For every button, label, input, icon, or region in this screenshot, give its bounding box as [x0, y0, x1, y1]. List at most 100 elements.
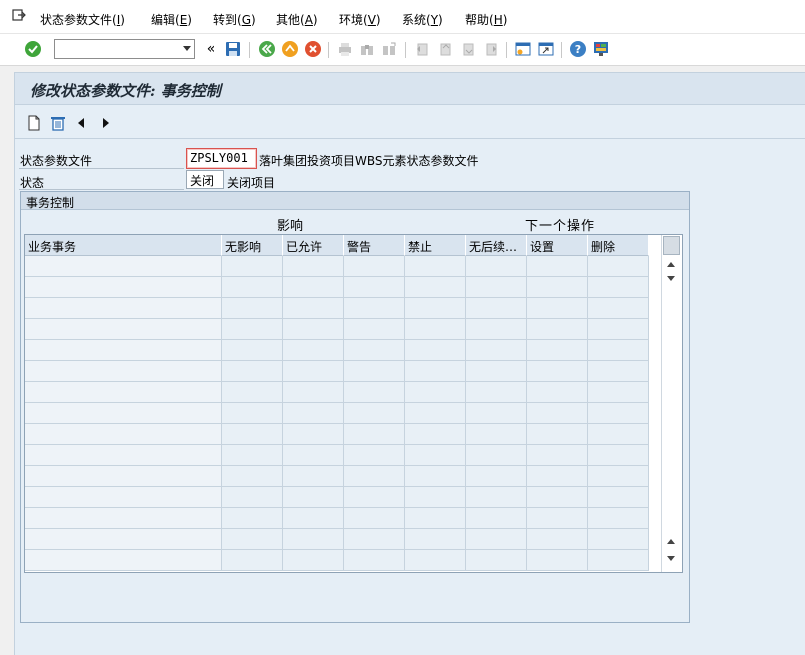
new-entries-icon[interactable]: [25, 114, 43, 132]
table-cell-option[interactable]: [588, 487, 649, 508]
menu-extras[interactable]: 其他(A): [276, 11, 318, 28]
scroll-up-icon[interactable]: [667, 262, 675, 267]
table-cell-option[interactable]: [466, 487, 527, 508]
table-cell-option[interactable]: [466, 466, 527, 487]
table-cell-transaction[interactable]: [25, 508, 222, 529]
table-cell-option[interactable]: [466, 256, 527, 277]
table-cell-option[interactable]: [283, 403, 344, 424]
table-cell-option[interactable]: [344, 466, 405, 487]
table-cell-option[interactable]: [222, 529, 283, 550]
table-row[interactable]: [25, 319, 651, 340]
table-cell-option[interactable]: [283, 445, 344, 466]
table-cell-option[interactable]: [588, 256, 649, 277]
table-cell-option[interactable]: [222, 403, 283, 424]
table-cell-option[interactable]: [283, 340, 344, 361]
menu-status-profile[interactable]: 状态参数文件(I): [40, 11, 125, 28]
transaction-table[interactable]: 业务事务 无影响 已允许 警告 禁止 无后续… 设置 删除: [24, 234, 683, 573]
column-header-no-influence[interactable]: 无影响: [222, 235, 283, 256]
menu-edit[interactable]: 编辑(E): [151, 11, 192, 28]
table-cell-option[interactable]: [344, 487, 405, 508]
table-cell-option[interactable]: [588, 277, 649, 298]
table-row[interactable]: [25, 361, 651, 382]
table-cell-option[interactable]: [344, 382, 405, 403]
column-header-forbidden[interactable]: 禁止: [405, 235, 466, 256]
table-cell-option[interactable]: [222, 298, 283, 319]
table-cell-option[interactable]: [283, 529, 344, 550]
table-cell-option[interactable]: [405, 508, 466, 529]
table-cell-option[interactable]: [222, 382, 283, 403]
table-cell-option[interactable]: [466, 340, 527, 361]
table-cell-option[interactable]: [283, 424, 344, 445]
column-header-no-followup[interactable]: 无后续…: [466, 235, 527, 256]
next-entry-icon[interactable]: [97, 114, 115, 132]
table-cell-transaction[interactable]: [25, 361, 222, 382]
table-cell-option[interactable]: [527, 403, 588, 424]
table-row[interactable]: [25, 277, 651, 298]
table-cell-option[interactable]: [588, 466, 649, 487]
menu-environment[interactable]: 环境(V): [339, 11, 381, 28]
table-cell-option[interactable]: [527, 487, 588, 508]
table-cell-option[interactable]: [222, 256, 283, 277]
previous-entry-icon[interactable]: [72, 114, 90, 132]
table-cell-option[interactable]: [527, 550, 588, 571]
table-cell-transaction[interactable]: [25, 424, 222, 445]
table-cell-option[interactable]: [344, 508, 405, 529]
exit-icon[interactable]: [280, 39, 300, 59]
column-header-set[interactable]: 设置: [527, 235, 588, 256]
table-row[interactable]: [25, 256, 651, 277]
table-cell-option[interactable]: [283, 319, 344, 340]
table-cell-option[interactable]: [466, 382, 527, 403]
table-cell-option[interactable]: [466, 277, 527, 298]
table-cell-option[interactable]: [283, 361, 344, 382]
table-cell-option[interactable]: [588, 298, 649, 319]
table-cell-transaction[interactable]: [25, 298, 222, 319]
table-cell-option[interactable]: [527, 277, 588, 298]
table-cell-option[interactable]: [405, 424, 466, 445]
table-cell-option[interactable]: [344, 340, 405, 361]
table-cell-option[interactable]: [588, 550, 649, 571]
table-cell-option[interactable]: [588, 382, 649, 403]
command-collapse-icon[interactable]: «: [201, 39, 221, 59]
column-header-warning[interactable]: 警告: [344, 235, 405, 256]
table-cell-option[interactable]: [405, 361, 466, 382]
back-icon[interactable]: [257, 39, 277, 59]
table-cell-option[interactable]: [466, 445, 527, 466]
shortcut-icon[interactable]: [536, 39, 556, 59]
table-cell-option[interactable]: [466, 424, 527, 445]
table-cell-option[interactable]: [222, 424, 283, 445]
table-cell-option[interactable]: [527, 424, 588, 445]
table-cell-transaction[interactable]: [25, 445, 222, 466]
table-cell-option[interactable]: [222, 361, 283, 382]
table-cell-option[interactable]: [344, 550, 405, 571]
scroll-down-icon[interactable]: [667, 276, 675, 281]
new-session-icon[interactable]: [513, 39, 533, 59]
table-scrollbar[interactable]: [661, 235, 681, 572]
command-field[interactable]: [54, 39, 195, 59]
table-cell-transaction[interactable]: [25, 403, 222, 424]
table-cell-transaction[interactable]: [25, 277, 222, 298]
menu-system[interactable]: 系统(Y): [402, 11, 443, 28]
table-cell-option[interactable]: [588, 340, 649, 361]
table-cell-option[interactable]: [344, 298, 405, 319]
table-cell-transaction[interactable]: [25, 256, 222, 277]
table-cell-option[interactable]: [466, 508, 527, 529]
table-row[interactable]: [25, 424, 651, 445]
table-cell-option[interactable]: [588, 361, 649, 382]
table-row[interactable]: [25, 340, 651, 361]
table-cell-option[interactable]: [405, 550, 466, 571]
table-cell-option[interactable]: [283, 487, 344, 508]
table-cell-option[interactable]: [405, 529, 466, 550]
table-cell-option[interactable]: [527, 340, 588, 361]
table-cell-option[interactable]: [283, 298, 344, 319]
table-row[interactable]: [25, 466, 651, 487]
table-cell-option[interactable]: [283, 382, 344, 403]
table-row[interactable]: [25, 298, 651, 319]
table-cell-option[interactable]: [466, 298, 527, 319]
table-cell-option[interactable]: [588, 508, 649, 529]
table-cell-transaction[interactable]: [25, 550, 222, 571]
table-cell-option[interactable]: [466, 319, 527, 340]
table-cell-option[interactable]: [283, 466, 344, 487]
table-cell-transaction[interactable]: [25, 487, 222, 508]
table-cell-option[interactable]: [222, 340, 283, 361]
table-cell-transaction[interactable]: [25, 340, 222, 361]
